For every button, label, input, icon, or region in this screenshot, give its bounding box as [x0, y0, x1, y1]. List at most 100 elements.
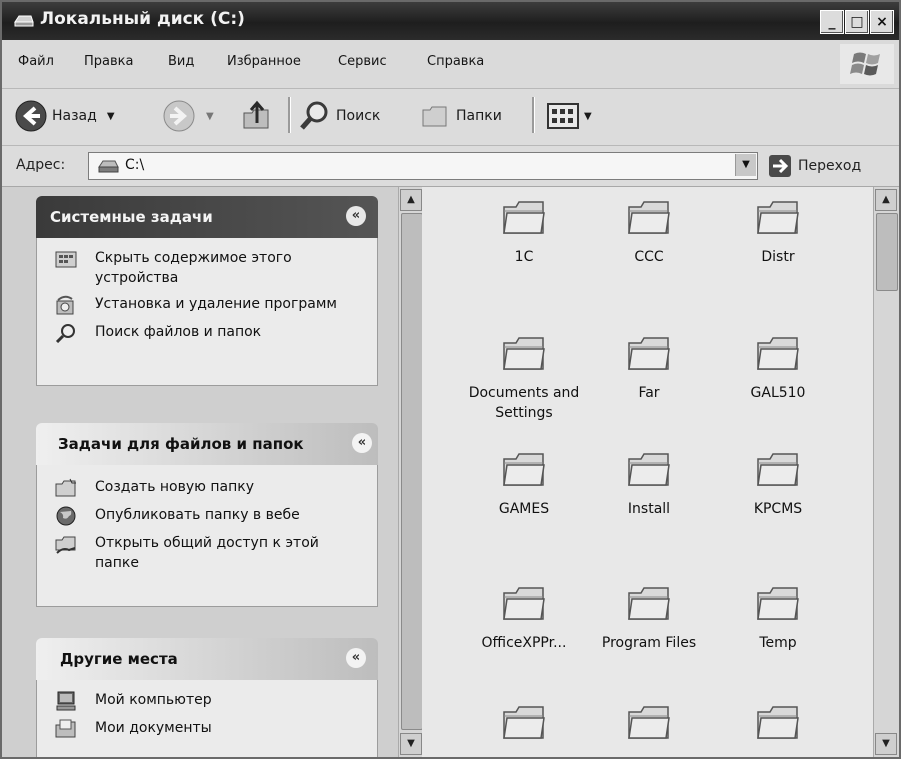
folder-item[interactable]: GAMES [460, 449, 588, 519]
back-label: Назад [52, 108, 97, 124]
up-folder-button[interactable] [240, 99, 274, 133]
task-label: Установка и удаление программ [95, 296, 337, 312]
chevron-down-icon: ▼ [584, 110, 592, 122]
task-publish-web[interactable]: Опубликовать папку в вебе [37, 503, 377, 531]
search-button[interactable]: Поиск [298, 99, 380, 133]
file-tasks-header[interactable]: Задачи для файлов и папок « [36, 423, 378, 465]
task-label: Создать новую папку [95, 479, 255, 495]
folder-icon [757, 706, 799, 739]
arrow-up-icon: ▲ [882, 194, 890, 205]
folder-icon [628, 706, 670, 739]
file-tasks-body: Создать новую папку Опубликовать папку в… [36, 465, 378, 607]
folder-item[interactable]: Program Files [585, 583, 713, 653]
arrow-down-icon: ▼ [407, 738, 415, 749]
place-my-documents[interactable]: Мои документы [37, 716, 377, 744]
scroll-up-button[interactable]: ▲ [400, 189, 422, 211]
task-pane-scrollbar[interactable]: ▲ ▼ [398, 187, 423, 757]
address-bar: Адрес: C:\ ▼ Переход [2, 146, 899, 187]
folder-item[interactable]: Install [585, 449, 713, 519]
forward-button[interactable]: ▼ [162, 99, 214, 133]
address-dropdown-button[interactable]: ▼ [735, 154, 756, 176]
folder-icon [757, 587, 799, 620]
file-view-scrollbar[interactable]: ▲ ▼ [873, 187, 899, 757]
chevron-down-icon[interactable]: ▼ [107, 111, 115, 122]
folder-icon [628, 337, 670, 370]
close-button[interactable]: × [870, 10, 894, 34]
task-add-remove-programs[interactable]: Установка и удаление программ [37, 292, 377, 320]
menu-view[interactable]: Вид [168, 54, 194, 69]
go-button[interactable]: Переход [768, 152, 861, 180]
scroll-thumb[interactable] [876, 213, 898, 291]
folders-button[interactable]: Папки [420, 99, 502, 133]
search-label: Поиск [336, 108, 381, 124]
folder-item[interactable]: CCC [585, 197, 713, 267]
hide-contents-icon [55, 251, 77, 268]
collapse-chevron-icon[interactable]: « [346, 648, 366, 668]
go-arrow-icon [769, 155, 791, 177]
system-tasks-header[interactable]: Системные задачи « [36, 196, 378, 238]
folder-name: KPCMS [753, 501, 803, 517]
other-places-body: Мой компьютер Мои документы [36, 680, 378, 757]
folder-icon [757, 337, 799, 370]
back-arrow-icon [15, 100, 47, 132]
folders-icon [422, 106, 447, 127]
place-my-computer[interactable]: Мой компьютер [37, 688, 377, 716]
folder-icon [503, 337, 545, 370]
scroll-down-button[interactable]: ▼ [875, 733, 897, 755]
folder-item[interactable]: Documents and Settings [460, 333, 588, 423]
address-label: Адрес: [16, 157, 66, 173]
folder-name: Documents and Settings [468, 385, 580, 421]
folder-item[interactable]: KPCMS [714, 449, 842, 519]
task-hide-contents[interactable]: Скрыть содержимое этого устройства [37, 246, 377, 292]
folder-item[interactable] [460, 702, 588, 752]
folder-item[interactable]: 1C [460, 197, 588, 267]
menu-tools[interactable]: Сервис [338, 54, 387, 69]
views-icon [547, 103, 579, 129]
menu-edit[interactable]: Правка [84, 54, 133, 69]
folder-name: GAMES [498, 501, 550, 517]
scroll-down-button[interactable]: ▼ [400, 733, 422, 755]
folder-item[interactable] [714, 702, 842, 752]
address-input[interactable]: C:\ ▼ [88, 152, 758, 180]
other-places-title: Другие места [60, 650, 178, 668]
task-label: Скрыть содержимое этого устройства [95, 250, 292, 286]
menu-file[interactable]: Файл [18, 54, 54, 69]
folder-icon [628, 453, 670, 486]
content-area: Системные задачи « Скрыть содержимое это… [2, 187, 899, 757]
file-tasks-title: Задачи для файлов и папок [58, 435, 304, 453]
menu-favorites[interactable]: Избранное [227, 54, 301, 69]
scroll-thumb[interactable] [401, 213, 423, 730]
task-share-folder[interactable]: Открыть общий доступ к этой папке [37, 531, 377, 577]
folder-name: Temp [759, 635, 797, 651]
task-label: Мои документы [95, 720, 212, 736]
folder-name: OfficeXPPr... [481, 635, 567, 651]
other-places-header[interactable]: Другие места « [36, 638, 378, 680]
folder-item[interactable]: GAL510 [714, 333, 842, 403]
folder-item[interactable]: OfficeXPPr... [460, 583, 588, 653]
folder-item[interactable]: Temp [714, 583, 842, 653]
folder-name: Distr [761, 249, 795, 265]
task-search-files[interactable]: Поиск файлов и папок [37, 320, 377, 348]
minimize-button[interactable]: _ [820, 10, 844, 34]
menu-bar: Файл Правка Вид Избранное Сервис Справка [2, 40, 899, 89]
folder-item[interactable]: Far [585, 333, 713, 403]
collapse-chevron-icon[interactable]: « [346, 206, 366, 226]
folder-item[interactable] [585, 702, 713, 752]
toolbar: Назад ▼ ▼ Поиск Папки ▼ [2, 89, 899, 146]
collapse-chevron-icon[interactable]: « [352, 433, 372, 453]
menu-help[interactable]: Справка [427, 54, 484, 69]
scroll-up-button[interactable]: ▲ [875, 189, 897, 211]
folder-name: GAL510 [750, 385, 806, 401]
search-icon [300, 101, 328, 130]
folder-name: 1C [514, 249, 534, 265]
search-icon [55, 324, 75, 343]
maximize-button[interactable]: □ [845, 10, 869, 34]
back-button[interactable]: Назад ▼ [14, 99, 115, 133]
task-new-folder[interactable]: Создать новую папку [37, 475, 377, 503]
views-button[interactable]: ▼ [546, 99, 592, 133]
chevron-down-icon[interactable]: ▼ [206, 111, 214, 122]
arrow-up-icon: ▲ [407, 194, 415, 205]
system-tasks-title: Системные задачи [50, 208, 213, 226]
title-bar[interactable]: Локальный диск (C:) _ □ × [2, 2, 899, 40]
folder-item[interactable]: Distr [714, 197, 842, 267]
